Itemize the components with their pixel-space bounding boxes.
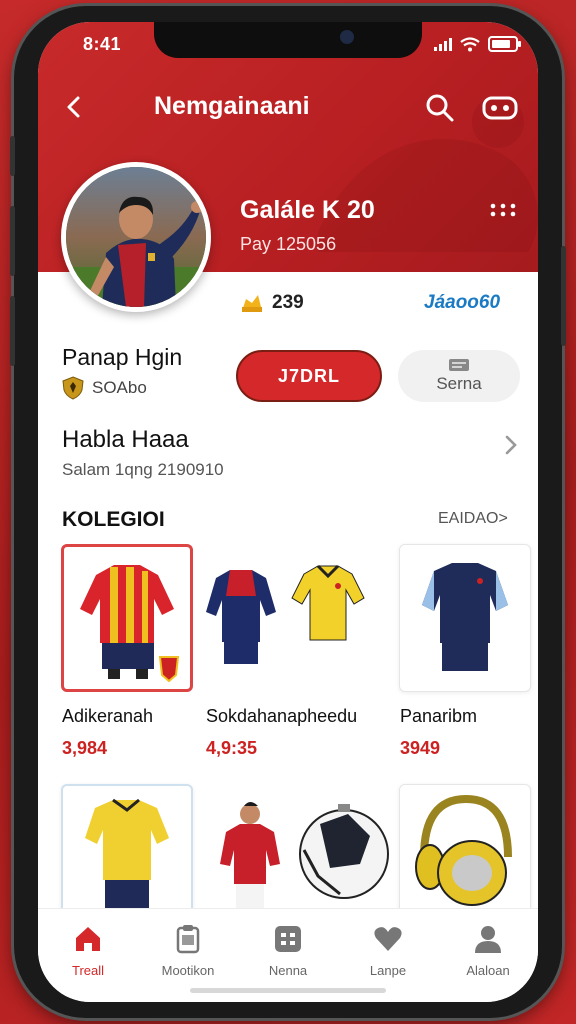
tab-label: Alaloan: [466, 963, 510, 978]
tab-label: Mootikon: [161, 963, 215, 978]
battery-icon: [488, 36, 521, 52]
profile-icon: [475, 926, 501, 953]
tab-home[interactable]: Treall: [38, 923, 138, 978]
follow-sub-label: SOAbo: [92, 378, 147, 397]
coins-value: 239: [272, 292, 304, 313]
back-arrow-icon[interactable]: [60, 92, 90, 122]
top-nav: Nemgainaani: [38, 86, 538, 130]
more-options-icon[interactable]: [488, 200, 518, 220]
tab-label: Lanpe: [369, 963, 407, 978]
coins-balance: 239: [240, 292, 304, 314]
vr-headset-icon[interactable]: [482, 94, 518, 122]
avatar[interactable]: [61, 162, 211, 312]
front-camera: [340, 30, 354, 44]
yellow-jersey-image: [85, 798, 169, 908]
product-price: 3949: [400, 738, 441, 758]
product-price: 3,984: [62, 738, 108, 758]
message-icon: [449, 359, 469, 371]
tab-menu[interactable]: Nenna: [238, 923, 338, 978]
heart-icon: [374, 927, 402, 951]
player-and-ball-image: [220, 802, 389, 908]
brand-link[interactable]: Jáaoo60: [424, 292, 500, 314]
status-icons: [434, 36, 521, 52]
tab-orders[interactable]: Mootikon: [138, 923, 238, 978]
home-indicator[interactable]: [190, 988, 386, 993]
section-title: Habla Haaa: [62, 426, 189, 453]
tab-label: Nenna: [268, 963, 308, 978]
product-price: 4,9:35: [206, 738, 258, 758]
jersey-pair-image: [206, 564, 365, 664]
follow-card-name: Panap Hgin: [62, 344, 183, 370]
navy-jersey-image: [422, 563, 508, 671]
search-icon[interactable]: [424, 92, 456, 124]
product-card[interactable]: [399, 544, 531, 692]
volume-down-button: [10, 296, 15, 366]
see-all-link[interactable]: EAIDAO>: [438, 510, 508, 528]
product-card[interactable]: [200, 544, 370, 692]
chevron-right-icon[interactable]: [500, 430, 522, 460]
app-screen: 8:41 Nemgainaani Galále K 20 Pay 125056 …: [38, 22, 538, 1002]
headphones-image: [415, 794, 512, 906]
player-photo: [66, 167, 206, 307]
secondary-button[interactable]: Serna: [398, 350, 520, 402]
shield-badge-icon: [62, 376, 84, 400]
home-icon: [76, 927, 100, 951]
section-subtitle: Salam 1qng 2190910: [62, 460, 224, 479]
signal-icon: [434, 37, 452, 51]
coin-stack-icon: [242, 295, 262, 312]
product-name: Panaribm: [400, 706, 478, 726]
page-title: Nemgainaani: [154, 92, 310, 120]
tab-profile[interactable]: Alaloan: [438, 923, 538, 978]
volume-up-button: [10, 206, 15, 276]
tab-label: Treall: [71, 963, 105, 978]
striped-jersey-kit-image: [80, 565, 180, 683]
tab-favorites[interactable]: Lanpe: [338, 923, 438, 978]
grid-icon: [275, 926, 301, 952]
product-card[interactable]: [61, 544, 193, 692]
profile-subtitle: Pay 125056: [240, 234, 337, 254]
camera-notch: [154, 22, 422, 58]
product-name: Adikeranah: [62, 706, 154, 726]
mute-switch: [10, 136, 15, 176]
secondary-button-label: Serna: [436, 374, 482, 393]
join-button[interactable]: J7DRL: [236, 350, 382, 402]
follow-card-subtitle: SOAbo: [62, 376, 147, 400]
clipboard-icon: [176, 925, 200, 954]
power-button: [561, 246, 566, 346]
profile-name: Galále K 20: [240, 196, 375, 224]
product-name: Sokdahanapheedu: [206, 706, 358, 726]
collection-title: KOLEGIOI: [62, 508, 165, 531]
status-time: 8:41: [83, 34, 122, 54]
wifi-icon: [460, 36, 480, 51]
